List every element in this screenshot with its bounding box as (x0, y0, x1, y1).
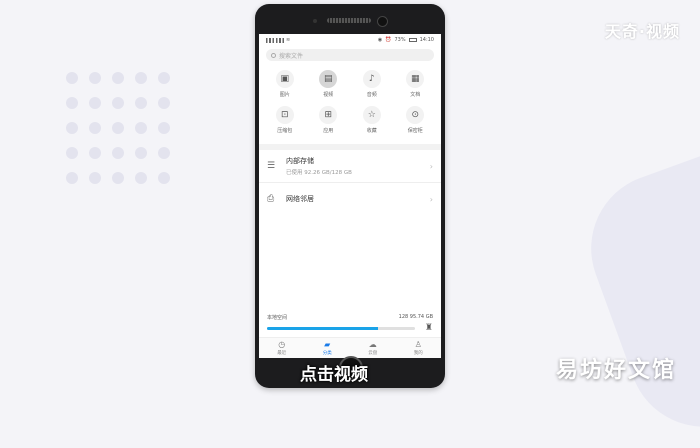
folder-icon: ▰ (324, 339, 331, 349)
video-subtitle: 点击视频 (300, 365, 368, 385)
tab-label: 最近 (277, 350, 287, 356)
signal-icon (266, 37, 274, 43)
tab-categories[interactable]: ▰ 分类 (322, 339, 332, 356)
battery-percent: 73% (394, 37, 406, 43)
row-subtitle: 已使用 92.26 GB/128 GB (286, 170, 352, 176)
archive-icon: ⊡ (275, 106, 294, 124)
category-label: 图片 (279, 92, 290, 98)
internal-storage-row[interactable]: ☰ 内部存储 已使用 92.26 GB/128 GB › (259, 150, 441, 182)
storage-progress-fill (267, 326, 378, 330)
earpiece-speaker (327, 18, 371, 23)
search-input[interactable]: 搜索文件 (266, 49, 434, 61)
network-neighbor-row[interactable]: ⎙ 网络邻居 › (259, 182, 441, 215)
clock-icon: ◷ (278, 339, 286, 349)
status-bar: ≋ ◉ ⏰ 73% 14:10 (259, 34, 441, 46)
local-storage-summary: 本地空间 128 95.74 GB ♜ (259, 314, 441, 333)
eye-icon: ◉ (377, 37, 383, 43)
category-favorite[interactable]: ☆ 收藏 (350, 106, 394, 134)
watermark: 天奇·视频 (604, 22, 680, 41)
category-label: 音频 (366, 92, 377, 98)
category-app[interactable]: ⊞ 应用 (307, 106, 351, 134)
row-title: 内部存储 (286, 157, 314, 165)
category-label: 保密柜 (407, 128, 423, 134)
tab-cloud[interactable]: ☁ 云盘 (368, 339, 378, 356)
document-icon: ▦ (406, 70, 425, 88)
bottom-tab-bar: ◷ 最近 ▰ 分类 ☁ 云盘 ♙ 我的 (259, 337, 441, 358)
background-shape (570, 152, 700, 448)
wifi-icon: ≋ (286, 37, 291, 43)
category-label: 文档 (410, 92, 421, 98)
category-safe[interactable]: ⊙ 保密柜 (394, 106, 438, 134)
tab-label: 云盘 (368, 350, 378, 356)
category-archive[interactable]: ⊡ 压缩包 (263, 106, 307, 134)
audio-icon: ♪ (362, 70, 381, 88)
brand-logo: 易坊好文馆 (555, 358, 676, 383)
search-icon (271, 52, 276, 58)
tab-recent[interactable]: ◷ 最近 (277, 339, 287, 356)
alarm-icon: ⏰ (385, 37, 392, 43)
front-camera (377, 16, 388, 27)
phone-frame: ≋ ◉ ⏰ 73% 14:10 搜索文件 ▣ 图片 ▤ 视频 ♪ 音频 ▦ 文档… (255, 4, 445, 388)
cleanup-icon[interactable]: ♜ (425, 323, 433, 333)
category-audio[interactable]: ♪ 音频 (350, 70, 394, 98)
category-label: 压缩包 (277, 128, 293, 134)
status-time: 14:10 (419, 37, 434, 43)
search-placeholder: 搜索文件 (279, 52, 304, 60)
storage-usage: 128 95.74 GB (398, 314, 433, 320)
image-icon: ▣ (275, 70, 294, 88)
category-label: 视频 (323, 92, 334, 98)
category-label: 应用 (323, 128, 334, 134)
tab-mine[interactable]: ♙ 我的 (413, 339, 423, 356)
favorite-icon: ☆ (362, 106, 381, 124)
safe-icon: ⊙ (406, 106, 425, 124)
signal-icon (276, 37, 284, 43)
category-image[interactable]: ▣ 图片 (263, 70, 307, 98)
category-document[interactable]: ▦ 文档 (394, 70, 438, 98)
category-video[interactable]: ▤ 视频 (307, 70, 351, 98)
battery-icon (408, 38, 417, 42)
proximity-sensor (313, 19, 317, 23)
category-grid: ▣ 图片 ▤ 视频 ♪ 音频 ▦ 文档 ⊡ 压缩包 ⊞ 应用 ☆ 收藏 ⊙ 保密… (259, 64, 441, 134)
chevron-right-icon: › (429, 161, 433, 171)
dot-pattern (66, 72, 170, 184)
category-label: 收藏 (366, 128, 377, 134)
tab-label: 分类 (322, 350, 332, 356)
tab-label: 我的 (413, 350, 423, 356)
network-icon: ⎙ (267, 194, 275, 204)
app-icon: ⊞ (319, 106, 338, 124)
row-title: 网络邻居 (286, 195, 314, 203)
user-icon: ♙ (414, 339, 422, 349)
chevron-right-icon: › (429, 194, 433, 204)
storage-progress-bar (267, 326, 415, 330)
file-manager-screen: ≋ ◉ ⏰ 73% 14:10 搜索文件 ▣ 图片 ▤ 视频 ♪ 音频 ▦ 文档… (259, 34, 441, 358)
video-icon: ▤ (319, 70, 338, 88)
cloud-icon: ☁ (368, 339, 377, 349)
storage-icon: ☰ (267, 161, 276, 171)
storage-label: 本地空间 (267, 315, 288, 321)
